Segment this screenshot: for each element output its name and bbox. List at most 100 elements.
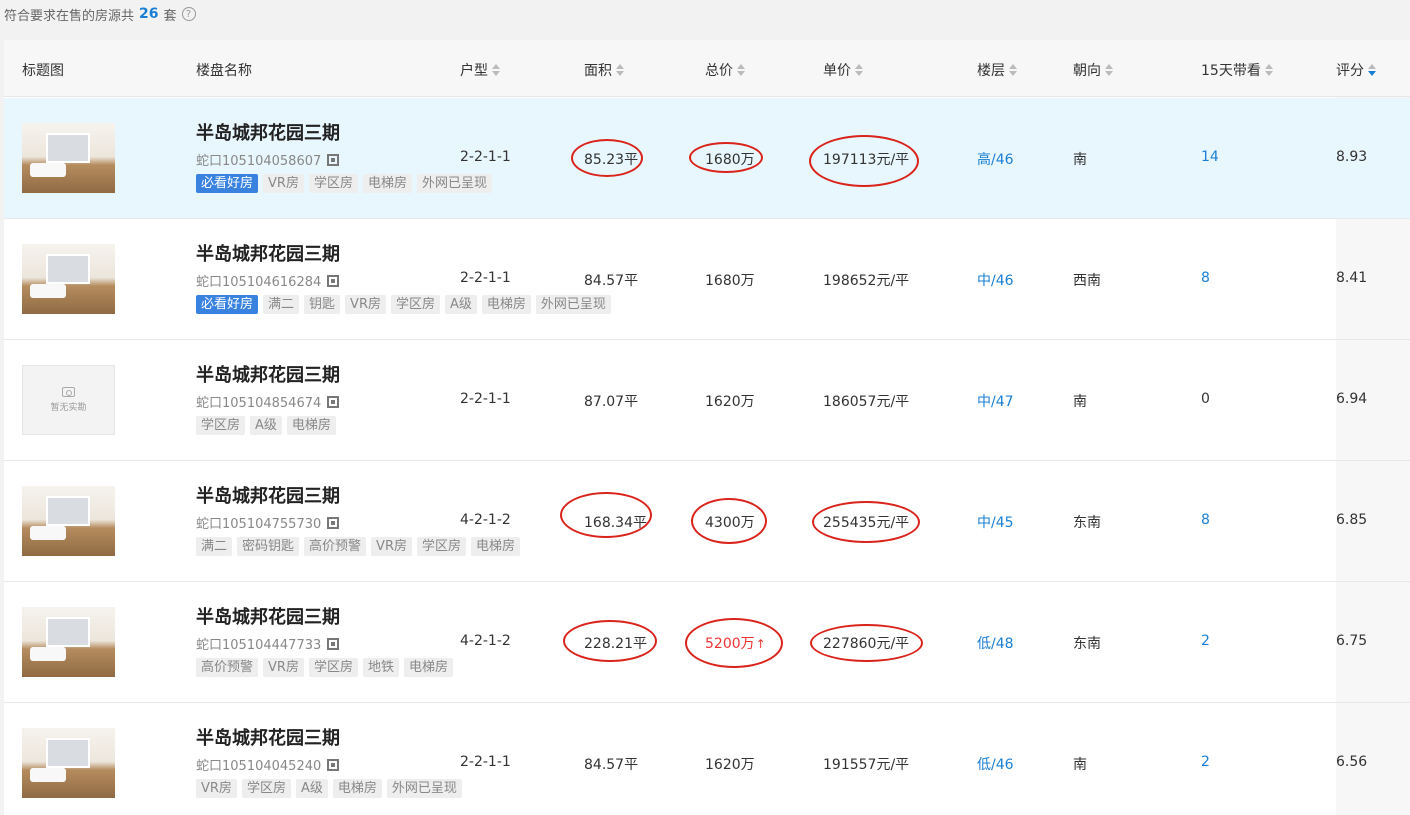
- header-floor[interactable]: 楼层: [977, 60, 1017, 80]
- qr-code-icon[interactable]: [327, 153, 340, 166]
- floor-link[interactable]: 低/46: [977, 754, 1014, 774]
- listing-tag: 电梯房: [286, 416, 336, 435]
- table-row[interactable]: 半岛城邦花园三期 蛇口105104447733 高价预警 VR房 学区房 地铁 电梯房 …: [4, 582, 1410, 703]
- listing-tag: 电梯房: [362, 174, 412, 193]
- tag-list: 学区房 A级 电梯房: [196, 416, 336, 435]
- listing-code-text: 蛇口105104854674: [196, 396, 322, 411]
- layout-cell: 2-2-1-1: [460, 270, 511, 286]
- result-count: 26: [139, 6, 159, 22]
- listing-thumbnail[interactable]: [22, 244, 115, 314]
- score-cell: 6.75: [1336, 633, 1368, 649]
- listing-thumbnail[interactable]: [22, 123, 115, 193]
- sort-icon[interactable]: [855, 64, 863, 76]
- sort-icon[interactable]: [1105, 64, 1113, 76]
- listing-tag: 高价预警: [304, 537, 367, 556]
- table-row[interactable]: 半岛城邦花园三期 蛇口105104058607 必看好房 VR房 学区房 电梯房 外网已…: [4, 98, 1410, 219]
- listing-table: 标题图 楼盘名称 户型 面积 总价 单价 楼层 朝向 15天带看 评分 半岛城邦…: [4, 40, 1410, 815]
- sort-icon[interactable]: [1264, 64, 1273, 76]
- facing-cell: 南: [1073, 757, 1087, 773]
- listing-tag: 高价预警: [196, 658, 259, 677]
- listing-tag: A级: [295, 779, 328, 798]
- facing-cell: 南: [1073, 394, 1087, 410]
- total-price-cell: 1620万: [705, 757, 755, 773]
- score-cell: 6.56: [1336, 754, 1368, 770]
- tag-list: 必看好房 满二 钥匙 VR房 学区房 A级 电梯房 外网已呈现: [196, 295, 611, 314]
- listing-name[interactable]: 半岛城邦花园三期: [196, 240, 340, 266]
- facing-cell: 东南: [1073, 515, 1101, 531]
- floor-link[interactable]: 高/46: [977, 149, 1014, 169]
- table-row[interactable]: 半岛城邦花园三期 蛇口105104616284 必看好房 满二 钥匙 VR房 学区房 A级…: [4, 219, 1410, 340]
- annotation-circle-area: [560, 492, 652, 538]
- tag-list: VR房 学区房 A级 电梯房 外网已呈现: [196, 779, 462, 798]
- layout-cell: 4-2-1-2: [460, 512, 511, 528]
- area-cell: 87.07平: [584, 394, 639, 410]
- listing-code: 蛇口105104058607: [196, 150, 340, 169]
- views-count[interactable]: 2: [1201, 633, 1210, 649]
- sort-icon[interactable]: [492, 64, 500, 76]
- header-score[interactable]: 评分: [1336, 60, 1376, 80]
- listing-code-text: 蛇口105104058607: [196, 154, 322, 169]
- header-layout[interactable]: 户型: [460, 60, 500, 80]
- unit-price-cell: 198652元/平: [823, 273, 910, 289]
- floor-link[interactable]: 中/45: [977, 512, 1014, 532]
- table-row[interactable]: 暂无实勘 半岛城邦花园三期 蛇口105104854674 学区房 A级 电梯房 2-…: [4, 340, 1410, 461]
- qr-code-icon[interactable]: [327, 516, 340, 529]
- total-price-cell: 1620万: [705, 394, 755, 410]
- listing-thumbnail[interactable]: [22, 728, 115, 798]
- listing-name[interactable]: 半岛城邦花园三期: [196, 119, 340, 145]
- floor-link[interactable]: 中/46: [977, 270, 1014, 290]
- annotation-circle-unit: [812, 501, 920, 543]
- table-row[interactable]: 半岛城邦花园三期 蛇口105104755730 满二 密码钥匙 高价预警 VR房 学区房…: [4, 461, 1410, 582]
- qr-code-icon[interactable]: [327, 395, 340, 408]
- listing-code-text: 蛇口105104447733: [196, 638, 322, 653]
- sort-icon[interactable]: [1368, 64, 1376, 76]
- sort-icon[interactable]: [1009, 64, 1017, 76]
- listing-tag: 学区房: [416, 537, 466, 556]
- listing-thumbnail[interactable]: 暂无实勘: [22, 365, 115, 435]
- listing-thumbnail[interactable]: [22, 486, 115, 556]
- score-cell: 6.94: [1336, 391, 1368, 407]
- listing-tag: 外网已呈现: [416, 174, 492, 193]
- listing-name[interactable]: 半岛城邦花园三期: [196, 361, 340, 387]
- listing-tag: 必看好房: [196, 174, 259, 193]
- summary-prefix: 符合要求在售的房源共: [4, 8, 135, 24]
- views-count[interactable]: 8: [1201, 512, 1210, 528]
- views-count[interactable]: 14: [1201, 149, 1219, 165]
- qr-code-icon[interactable]: [327, 758, 340, 771]
- floor-link[interactable]: 低/48: [977, 633, 1014, 653]
- qr-code-icon[interactable]: [327, 637, 340, 650]
- views-count[interactable]: 2: [1201, 754, 1210, 770]
- floor-link[interactable]: 中/47: [977, 391, 1014, 411]
- listing-tag: VR房: [345, 295, 386, 314]
- views-count[interactable]: 8: [1201, 270, 1210, 286]
- listing-name[interactable]: 半岛城邦花园三期: [196, 603, 340, 629]
- listing-tag: VR房: [263, 174, 304, 193]
- header-unit-price[interactable]: 单价: [823, 60, 863, 80]
- table-row[interactable]: 半岛城邦花园三期 蛇口105104045240 VR房 学区房 A级 电梯房 外网已呈现…: [4, 703, 1410, 815]
- listing-tag: 电梯房: [471, 537, 521, 556]
- header-facing[interactable]: 朝向: [1073, 60, 1113, 80]
- sort-icon[interactable]: [616, 64, 624, 76]
- summary-suffix: 套: [163, 8, 177, 24]
- listing-thumbnail[interactable]: [22, 607, 115, 677]
- sort-icon[interactable]: [737, 64, 745, 76]
- header-area[interactable]: 面积: [584, 60, 624, 80]
- listing-code: 蛇口105104447733: [196, 634, 340, 653]
- help-icon[interactable]: ?: [181, 7, 196, 21]
- total-price-cell: 1680万: [705, 273, 755, 289]
- annotation-circle-total: [685, 618, 783, 668]
- listing-tag: 电梯房: [332, 779, 382, 798]
- header-views[interactable]: 15天带看: [1201, 60, 1273, 80]
- tag-list: 高价预警 VR房 学区房 地铁 电梯房: [196, 658, 453, 677]
- layout-cell: 2-2-1-1: [460, 391, 511, 407]
- qr-code-icon[interactable]: [327, 274, 340, 287]
- area-cell: 84.57平: [584, 757, 639, 773]
- header-total-price[interactable]: 总价: [705, 60, 745, 80]
- listing-tag: A级: [250, 416, 282, 435]
- listing-name[interactable]: 半岛城邦花园三期: [196, 482, 340, 508]
- listing-name[interactable]: 半岛城邦花园三期: [196, 724, 340, 750]
- listing-tag: 电梯房: [403, 658, 453, 677]
- facing-cell: 东南: [1073, 636, 1101, 652]
- camera-icon: [62, 387, 75, 397]
- listing-code-text: 蛇口105104755730: [196, 517, 322, 532]
